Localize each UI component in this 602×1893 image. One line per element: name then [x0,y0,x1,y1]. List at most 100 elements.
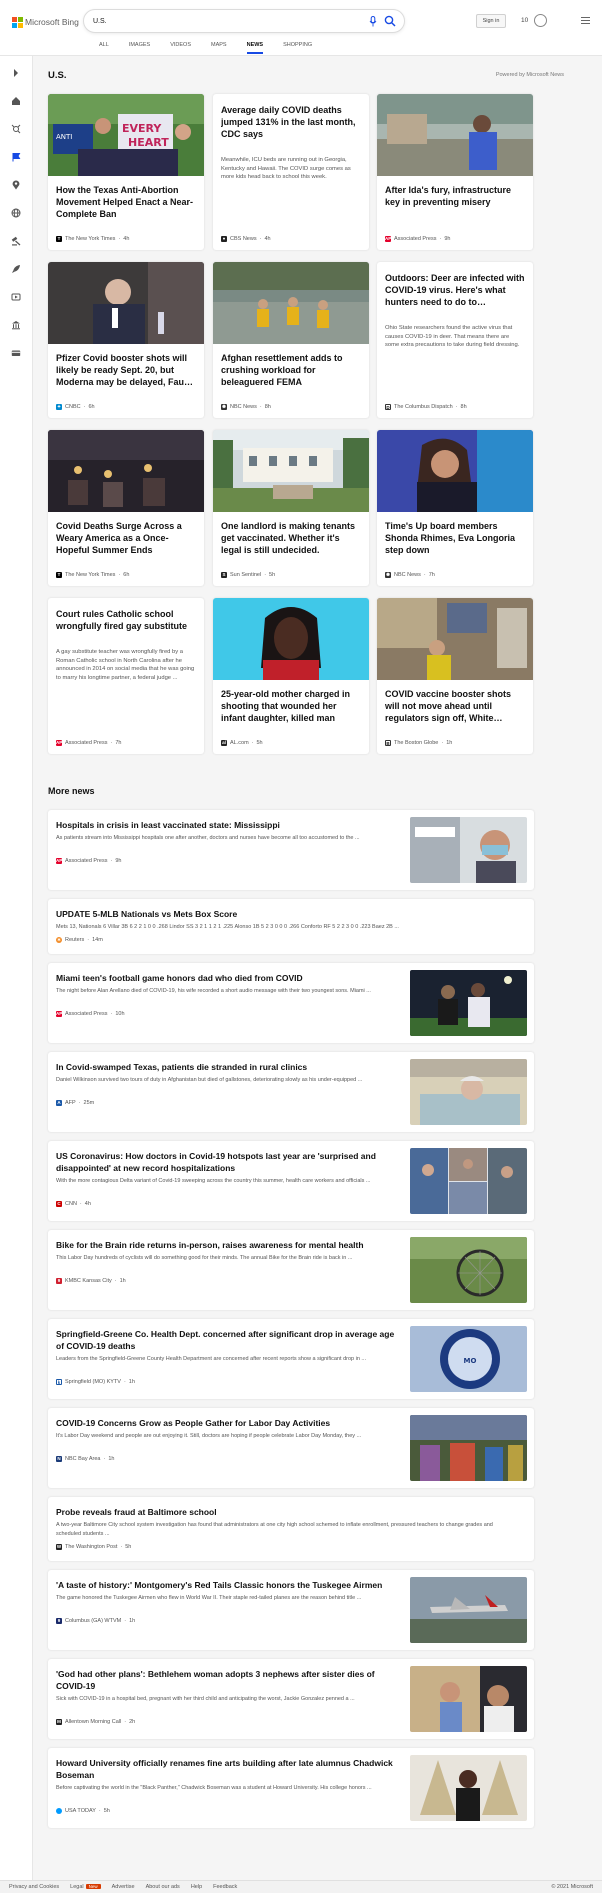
entertainment-icon[interactable] [11,292,21,302]
money-card-icon[interactable] [11,348,21,358]
source-name: The Washington Post [65,1544,118,1550]
news-list-item[interactable]: UPDATE 5-MLB Nationals vs Mets Box Score… [48,899,534,954]
washington-post-logo-icon: W [56,1544,62,1550]
microphone-icon[interactable] [369,16,377,27]
news-list-item[interactable]: 'God had other plans': Bethlehem woman a… [48,1659,534,1739]
svg-text:EVERY: EVERY [122,122,162,135]
news-title[interactable]: Miami teen's football game honors dad wh… [56,972,396,984]
news-card[interactable]: 25-year-old mother charged in shooting t… [213,598,369,754]
card-title[interactable]: Afghan resettlement adds to crushing wor… [221,352,361,388]
card-title[interactable]: Pfizer Covid booster shots will likely b… [56,352,196,388]
news-title[interactable]: In Covid-swamped Texas, patients die str… [56,1061,396,1073]
card-title[interactable]: After Ida's fury, infrastructure key in … [385,184,525,208]
news-list-item[interactable]: Miami teen's football game honors dad wh… [48,963,534,1043]
rewards-points[interactable]: 10 [521,17,528,24]
bing-logo[interactable]: Microsoft Bing [12,14,79,30]
news-title[interactable]: Howard University officially renames fin… [56,1757,396,1781]
article-image [377,430,533,512]
news-title[interactable]: Probe reveals fraud at Baltimore school [56,1506,506,1518]
tab-shopping[interactable]: SHOPPING [273,40,322,54]
footer-link-privacy[interactable]: Privacy and Cookies [9,1884,59,1890]
search-icon[interactable] [384,15,396,27]
footer-link-help[interactable]: Help [191,1884,202,1890]
news-thumbnail [410,1148,527,1214]
news-list-item[interactable]: Hospitals in crisis in least vaccinated … [48,810,534,890]
news-title[interactable]: UPDATE 5-MLB Nationals vs Mets Box Score [56,908,506,920]
card-title[interactable]: Average daily COVID deaths jumped 131% i… [221,104,361,140]
business-bank-icon[interactable] [11,320,21,330]
card-source: ● CBS News · 4h [221,236,271,242]
card-title[interactable]: One landlord is making tenants get vacci… [221,520,361,556]
card-title[interactable]: Time's Up board members Shonda Rhimes, E… [385,520,525,556]
news-list-item[interactable]: 'A taste of history:' Montgomery's Red T… [48,1570,534,1650]
publish-time: 5h [269,572,276,578]
news-list-item[interactable]: Probe reveals fraud at Baltimore school … [48,1497,534,1561]
news-card[interactable]: Average daily COVID deaths jumped 131% i… [213,94,369,250]
footer-link-about-ads[interactable]: About our ads [146,1884,180,1890]
news-list-item[interactable]: COVID-19 Concerns Grow as People Gather … [48,1408,534,1488]
news-list-item[interactable]: Springfield-Greene Co. Health Dept. conc… [48,1319,534,1399]
news-title[interactable]: Springfield-Greene Co. Health Dept. conc… [56,1328,396,1352]
news-source: A AFP · 25m [56,1100,95,1106]
rocket-icon[interactable] [11,264,21,274]
card-title[interactable]: Court rules Catholic school wrongfully f… [56,608,196,632]
card-title[interactable]: Covid Deaths Surge Across a Weary Americ… [56,520,196,556]
publish-time: 4h [264,236,271,242]
sign-in-button[interactable]: Sign in [476,14,506,28]
news-title[interactable]: 'A taste of history:' Montgomery's Red T… [56,1579,396,1591]
news-card[interactable]: Covid Deaths Surge Across a Weary Americ… [48,430,204,586]
card-title[interactable]: COVID vaccine booster shots will not mov… [385,688,525,724]
tab-news[interactable]: NEWS [237,40,274,54]
news-card[interactable]: Court rules Catholic school wrongfully f… [48,598,204,754]
copyright: © 2021 Microsoft [551,1884,593,1890]
news-list-item[interactable]: US Coronavirus: How doctors in Covid-19 … [48,1141,534,1221]
tab-maps[interactable]: MAPS [201,40,237,54]
news-title[interactable]: COVID-19 Concerns Grow as People Gather … [56,1417,396,1429]
search-input[interactable] [93,15,363,28]
news-title[interactable]: Bike for the Brain ride returns in-perso… [56,1239,396,1251]
card-title[interactable]: How the Texas Anti-Abortion Movement Hel… [56,184,196,220]
news-title[interactable]: US Coronavirus: How doctors in Covid-19 … [56,1150,396,1174]
rewards-icon[interactable] [534,14,547,27]
publish-time: 2h [129,1719,136,1725]
news-list-item[interactable]: Bike for the Brain ride returns in-perso… [48,1230,534,1310]
news-card[interactable]: Outdoors: Deer are infected with COVID-1… [377,262,533,418]
source-name: USA TODAY [65,1808,96,1814]
tab-all[interactable]: ALL [89,40,119,54]
source-name: Associated Press [65,740,108,746]
publish-time: 1h [128,1379,135,1385]
hamburger-menu-icon[interactable] [581,17,590,24]
expand-chevron-icon[interactable] [11,68,21,78]
home-icon[interactable] [11,96,21,106]
globe-icon[interactable] [11,208,21,218]
source-name: The New York Times [65,572,116,578]
location-pin-icon[interactable] [11,180,21,190]
news-card[interactable]: Afghan resettlement adds to crushing wor… [213,262,369,418]
tab-images[interactable]: IMAGES [119,40,160,54]
news-source: AP Associated Press · 9h [56,858,122,864]
footer: Privacy and Cookies Legal New Advertise A… [0,1880,602,1893]
news-list-item[interactable]: Howard University officially renames fin… [48,1748,534,1828]
news-title[interactable]: 'God had other plans': Bethlehem woman a… [56,1668,396,1692]
card-title[interactable]: 25-year-old mother charged in shooting t… [221,688,361,724]
news-card[interactable]: After Ida's fury, infrastructure key in … [377,94,533,250]
footer-link-advertise[interactable]: Advertise [112,1884,135,1890]
us-flag-icon[interactable] [11,152,21,162]
news-list-item[interactable]: In Covid-swamped Texas, patients die str… [48,1052,534,1132]
card-title[interactable]: Outdoors: Deer are infected with COVID-1… [385,272,525,308]
news-card[interactable]: Pfizer Covid booster shots will likely b… [48,262,204,418]
footer-link-legal[interactable]: Legal New [70,1884,101,1890]
politics-gavel-icon[interactable] [11,236,21,246]
news-card[interactable]: EVERY HEART ANTI How the Texas Anti-Abort… [48,94,204,250]
news-card[interactable]: COVID vaccine booster shots will not mov… [377,598,533,754]
news-card[interactable]: One landlord is making tenants get vacci… [213,430,369,586]
card-source: ✺ NBC News · 7h [385,572,435,578]
news-card[interactable]: Time's Up board members Shonda Rhimes, E… [377,430,533,586]
coronavirus-icon[interactable] [11,124,21,134]
card-snippet: Meanwhile, ICU beds are running out in G… [221,157,351,180]
source-name: AFP [65,1100,76,1106]
news-source: k Springfield (MO) KYTV · 1h [56,1379,135,1385]
news-title[interactable]: Hospitals in crisis in least vaccinated … [56,819,396,831]
tab-videos[interactable]: VIDEOS [160,40,201,54]
footer-link-feedback[interactable]: Feedback [213,1884,237,1890]
